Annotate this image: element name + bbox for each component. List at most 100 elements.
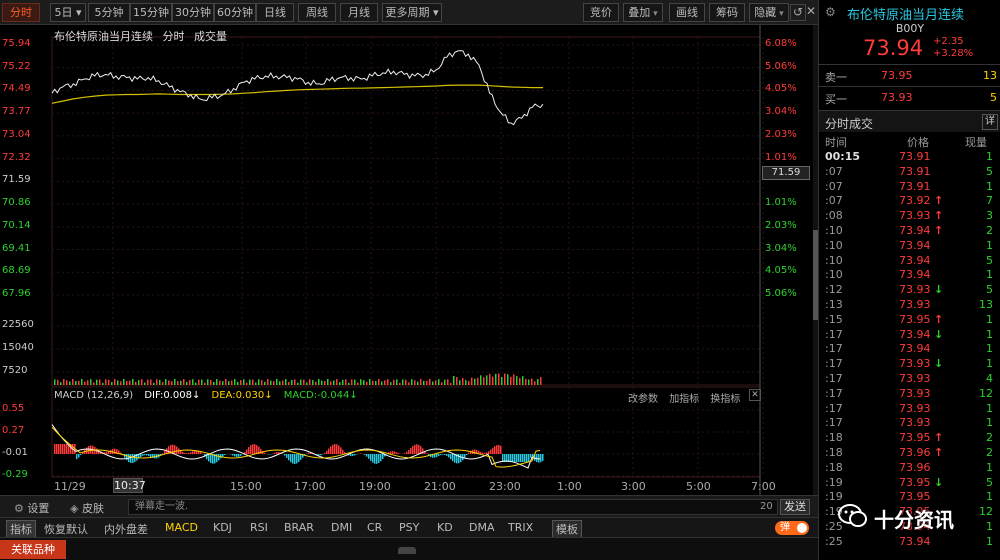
tab-kdj[interactable]: KDJ [213,521,232,534]
period-tab-5min[interactable]: 5分钟 [88,3,130,22]
macd-bar [218,454,220,461]
volume-bar [165,379,167,385]
trade-row: :07 73.91 5 [819,165,1000,180]
trade-price: 73.93 [899,401,931,415]
more-periods-dropdown[interactable]: 更多周期 ▾ [382,3,442,22]
volume-bar [234,379,236,385]
related-instruments-button[interactable]: 关联品种 [0,540,66,559]
volume-bar [198,379,200,385]
volume-bar [225,379,227,385]
volume-bar [345,379,347,385]
volume-bar [462,378,464,385]
volume-bar [231,380,233,385]
indicator-tabs: 指标 恢复默认 内外盘差 MACD KDJ RSI BRAR DMI CR PS… [0,517,818,538]
tab-kd[interactable]: KD [437,521,453,534]
tab-psy[interactable]: PSY [399,521,419,534]
trade-row: :18 73.95 ↑ 2 [819,431,1000,446]
auction-button[interactable]: 竞价 [583,3,619,22]
volume-bar [483,377,485,385]
close-icon[interactable]: ✕ [803,4,819,21]
danmu-input[interactable]: 弹幕走一波. [128,499,778,515]
trade-time: :13 [825,298,843,311]
macd-bar [174,445,176,454]
trade-volume: 5 [986,253,993,267]
expand-handle[interactable] [398,547,416,554]
volume-bar [162,382,164,385]
tab-cr[interactable]: CR [367,521,382,534]
send-button[interactable]: 发送 [780,499,810,515]
macd-bar [320,454,322,456]
volume-bar [339,382,341,385]
trade-row: :08 73.93 ↑ 3 [819,209,1000,224]
price-tick: 75.94 [2,38,31,49]
tab-trix[interactable]: TRIX [508,521,533,534]
trade-time: :10 [825,268,843,282]
hide-dropdown[interactable]: 隐藏 ▾ [749,3,789,22]
period-tab-weekly[interactable]: 周线 [298,3,336,22]
volume-bar [132,379,134,385]
period-tab-5day[interactable]: 5日 ▾ [50,3,86,22]
tab-rsi[interactable]: RSI [250,521,268,534]
macd-bar [142,454,144,456]
macd-bar [510,454,512,462]
volume-bar [444,379,446,385]
chart-area[interactable]: 布伦特原油当月连续 分时 成交量 75.94 75.22 74.49 73.77 73.… [0,25,818,495]
detail-button[interactable]: 详 [982,114,998,130]
macd-header: MACD (12,26,9) DIF:0.008↓ DEA:0.030↓ MAC… [54,390,366,401]
tab-dmi[interactable]: DMI [331,521,352,534]
add-indicator-link[interactable]: 加指标 [669,394,699,405]
period-tab-daily[interactable]: 日线 [256,3,294,22]
macd-bar [494,446,496,454]
period-tab-60min[interactable]: 60分钟 [214,3,256,22]
change-percent: +3.28% [933,48,974,59]
macd-bar [286,454,288,458]
restore-default-button[interactable]: 恢复默认 [44,521,88,537]
bid-volume: 5 [990,91,997,104]
chips-button[interactable]: 筹码 [709,3,745,22]
period-tab-30min[interactable]: 30分钟 [172,3,214,22]
tab-dma[interactable]: DMA [469,521,495,534]
danmu-char-count: 20 [760,501,773,512]
volume-bar [210,380,212,385]
price-tick: 73.04 [2,128,31,140]
danmu-toggle[interactable]: 弹 [775,521,809,535]
percent-tick: 2.03% [765,128,797,140]
trade-volume: 5 [986,475,993,489]
macd-bar [496,445,498,454]
close-icon[interactable]: ✕ [749,389,761,401]
volume-bar [180,380,182,385]
gear-icon[interactable]: ⚙ [825,5,836,19]
volume-bar [222,381,224,385]
volume-bar [366,381,368,385]
volume-bar [441,382,443,385]
trade-row: :17 73.94 1 [819,342,1000,357]
trade-price: 73.93 [899,372,931,385]
period-tab-intraday[interactable]: 分时 [2,3,40,22]
settings-button[interactable]: ⚙ 设置 [14,500,49,516]
tab-brar[interactable]: BRAR [284,521,314,534]
volume-bar [486,375,488,385]
period-tab-15min[interactable]: 15分钟 [130,3,172,22]
trade-price: 73.93 [899,416,931,430]
template-button[interactable]: 模板 [552,520,582,538]
macd-bar [126,454,128,461]
volume-bar [387,379,389,385]
period-tab-monthly[interactable]: 月线 [340,3,378,22]
volume-bar [354,379,356,385]
draw-line-button[interactable]: 画线 [669,3,705,22]
trade-time: :10 [825,224,843,237]
macd-bar [374,454,376,464]
macd-bar [540,454,542,463]
indicator-label[interactable]: 指标 [6,520,36,538]
volume-bar [399,382,401,385]
price-tick: 70.14 [2,219,31,231]
volume-bar [108,379,110,385]
tab-macd[interactable]: MACD [165,521,198,534]
price-tick: 72.32 [2,151,31,163]
overlay-dropdown[interactable]: 叠加 ▾ [623,3,663,22]
change-params-link[interactable]: 改参数 [628,394,658,405]
swap-indicator-link[interactable]: 换指标 [710,394,740,405]
inner-outer-diff-tab[interactable]: 内外盘差 [104,521,148,537]
skin-button[interactable]: ◈ 皮肤 [70,500,104,516]
volume-bar [297,382,299,385]
